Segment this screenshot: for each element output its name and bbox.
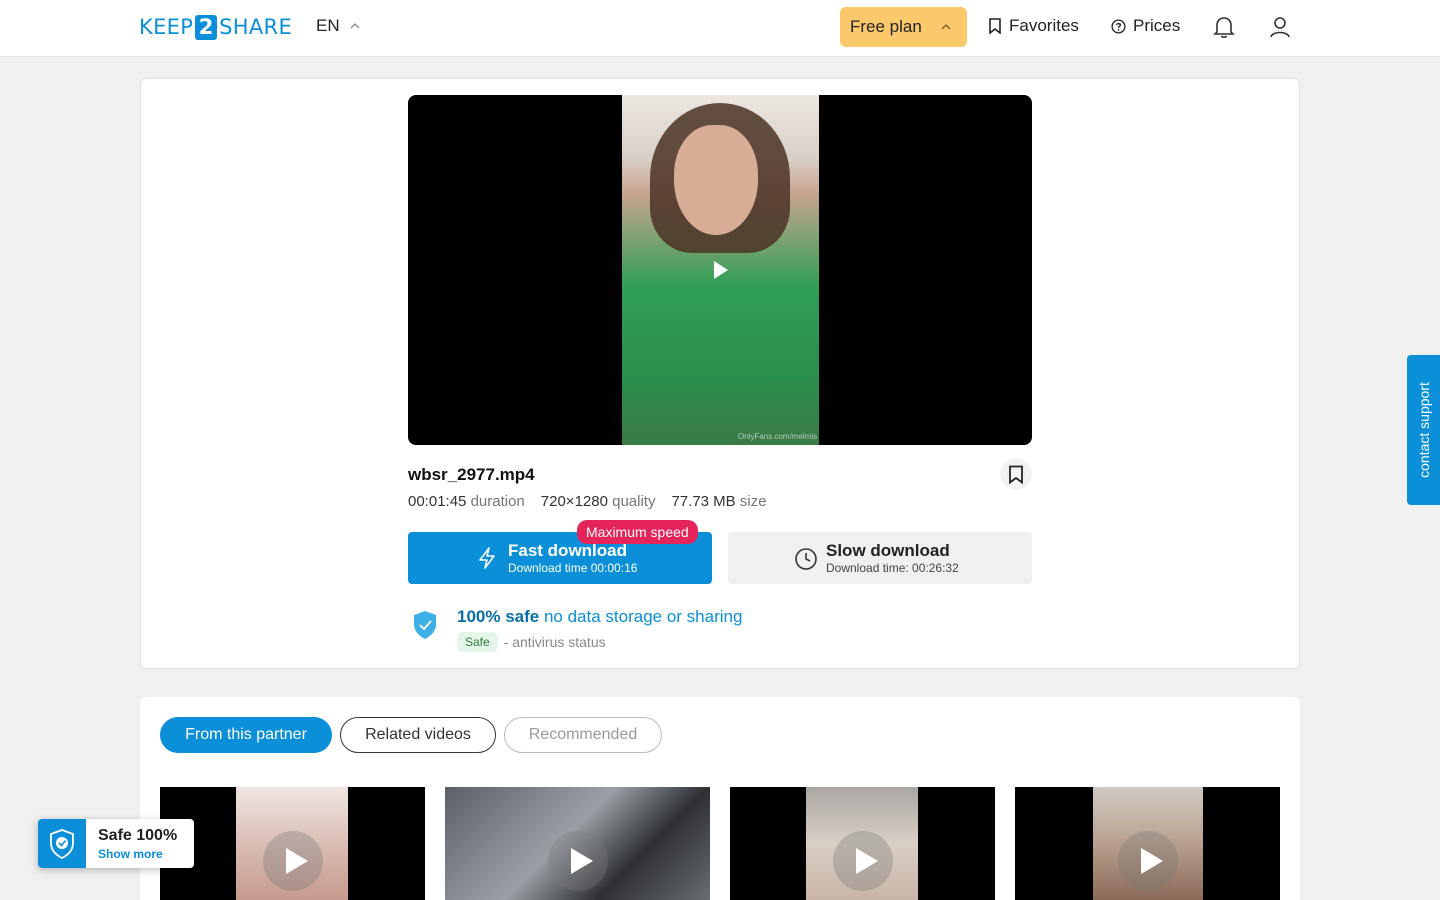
play-icon[interactable] [547,831,608,891]
tab-from-this-partner[interactable]: From this partner [160,717,332,753]
favorites-label: Favorites [1009,16,1079,35]
video-thumbnail[interactable] [160,787,425,900]
fast-download-time: Download time 00:00:16 [508,561,638,575]
video-watermark: OnlyFans.com/melmis [738,432,818,441]
play-icon[interactable] [714,261,728,279]
size-info: 77.73 MB size [671,493,766,510]
logo-text-mid: 2 [195,14,218,40]
play-icon[interactable] [1117,831,1178,891]
file-name: wbsr_2977.mp4 [408,465,535,484]
show-more-link[interactable]: Show more [98,847,163,861]
shield-check-icon [50,828,74,859]
antivirus-status: Safe - antivirus status [457,632,606,652]
help-circle-icon [1111,18,1126,34]
safe-widget-icon-box [38,819,86,868]
safety-text: no data storage or sharing [543,607,743,626]
file-meta: 00:01:45 duration 720×1280 quality 77.73… [408,493,767,510]
play-icon[interactable] [262,831,323,891]
prices-label: Prices [1133,16,1181,35]
chevron-up-icon [350,23,360,29]
quality-label: quality [612,493,656,510]
safe-widget[interactable]: Safe 100% Show more [38,819,194,868]
size-value: 77.73 MB [671,493,736,510]
clock-icon [795,548,817,570]
slow-download-button[interactable]: Slow download Download time: 00:26:32 [728,532,1032,584]
bookmark-icon [989,18,1001,34]
video-thumbnail[interactable] [1015,787,1280,900]
contact-support-label: contact support [1415,382,1432,478]
slow-download-title: Slow download [826,541,950,560]
quality-value: 720×1280 [540,493,608,510]
safe-widget-title: Safe 100% [98,827,178,844]
slow-download-time: Download time: 00:26:32 [826,561,959,575]
fast-download-title: Fast download [508,541,627,560]
antivirus-status-text: - antivirus status [503,634,606,650]
user-icon[interactable] [1269,15,1291,39]
chevron-up-icon [941,24,951,30]
antivirus-safe-pill: Safe [457,632,498,652]
maximum-speed-badge: Maximum speed [577,520,698,544]
video-thumbnail-shape [674,125,758,235]
logo-text-left: KEEP [139,15,194,39]
shield-check-icon [414,611,436,639]
lightning-icon [479,547,495,569]
language-label: EN [316,16,340,35]
add-favorite-button[interactable] [1000,458,1032,490]
size-label: size [739,493,767,510]
logo-text-right: SHARE [219,15,293,39]
duration-label: duration [470,493,525,510]
video-player[interactable]: OnlyFans.com/melmis [408,95,1032,445]
file-card: OnlyFans.com/melmis wbsr_2977.mp4 00:01:… [140,78,1300,669]
plan-label: Free plan [850,17,922,36]
top-header: KEEP 2 SHARE EN Free plan Favorites Prices [0,0,1440,57]
tab-related-videos[interactable]: Related videos [340,717,496,753]
safety-bold: 100% safe [457,607,540,626]
free-plan-button[interactable]: Free plan [840,7,967,47]
video-thumbnail[interactable] [445,787,710,900]
quality-info: 720×1280 quality [541,493,656,510]
video-thumbnail[interactable] [730,787,995,900]
contact-support-button[interactable]: contact support [1407,355,1440,505]
duration-value: 00:01:45 [408,493,467,510]
related-section: From this partner Related videos Recomme… [140,697,1300,900]
language-selector[interactable]: EN [316,16,360,36]
safety-statement: 100% safe no data storage or sharing [457,607,742,627]
bell-icon[interactable] [1213,15,1235,39]
favorites-link[interactable]: Favorites [988,16,1079,36]
keep2share-logo[interactable]: KEEP 2 SHARE [139,14,292,40]
duration-info: 00:01:45 duration [408,493,525,510]
play-icon[interactable] [832,831,893,891]
bookmark-icon [1009,465,1023,484]
tab-recommended[interactable]: Recommended [504,717,662,753]
prices-link[interactable]: Prices [1111,16,1180,36]
